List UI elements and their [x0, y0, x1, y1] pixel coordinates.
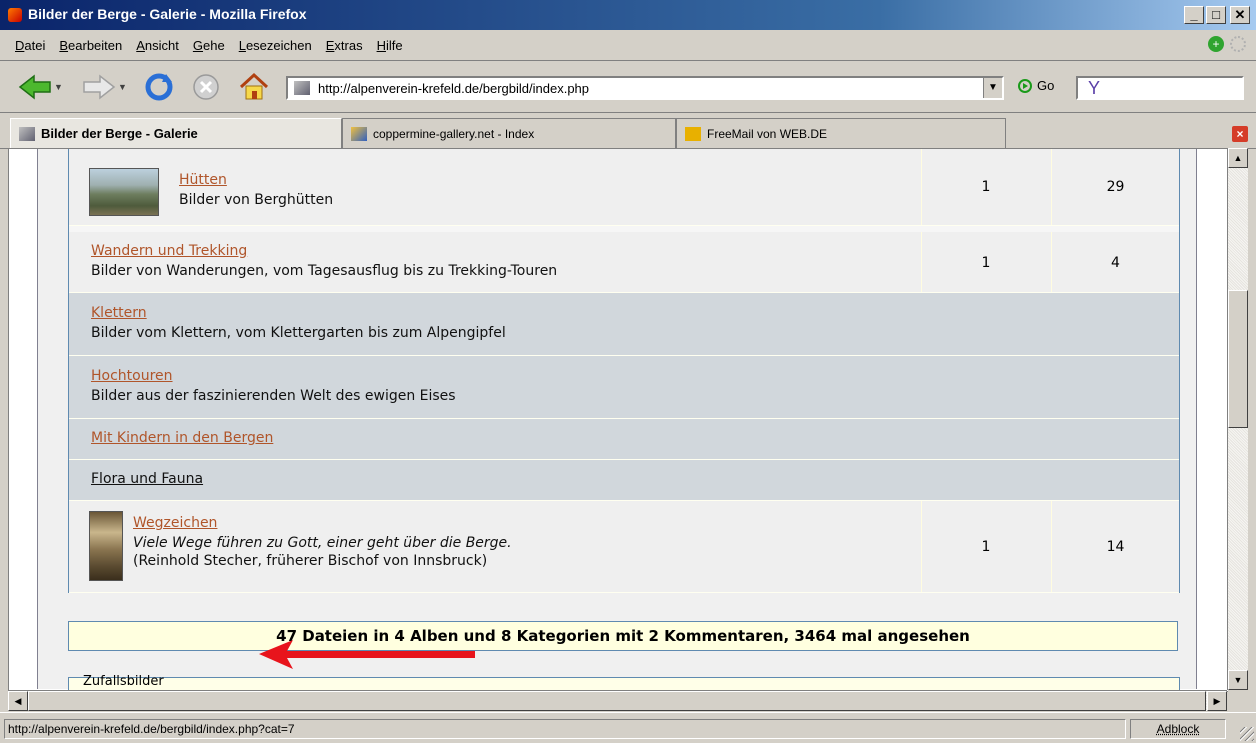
red-annotation-arrow-icon	[259, 640, 475, 669]
category-description: Bilder aus der faszinierenden Welt des e…	[91, 388, 456, 404]
resize-grip-icon[interactable]	[1240, 727, 1254, 741]
gallery-stats: 47 Dateien in 4 Alben und 8 Kategorien m…	[68, 621, 1178, 651]
gallery-table: Hütten Bilder von Berghütten 1 29 Wander…	[68, 149, 1180, 593]
throbber-icon	[1230, 36, 1246, 52]
stop-icon	[193, 74, 219, 100]
menu-gehe[interactable]: Gehe	[186, 38, 232, 53]
home-icon	[239, 72, 269, 100]
category-link-hochtouren[interactable]: Hochtouren	[91, 368, 456, 384]
album-description-author: (Reinhold Stecher, früherer Bischof von …	[133, 553, 488, 569]
tab-coppermine[interactable]: coppermine-gallery.net - Index	[342, 118, 676, 148]
album-row-huetten: Hütten Bilder von Berghütten 1 29	[69, 149, 1179, 226]
yahoo-search-icon[interactable]: Y	[1088, 78, 1100, 99]
scroll-right-icon[interactable]: ▶	[1207, 691, 1227, 711]
category-row-kinder: Mit Kindern in den Bergen	[69, 419, 1179, 460]
navigation-toolbar: ▼ ▼ ▼ Go Y	[0, 62, 1256, 113]
tab-freemail[interactable]: FreeMail von WEB.DE	[676, 118, 1006, 148]
random-images-heading: Zufallsbilder	[83, 674, 164, 689]
menu-bar: Datei Bearbeiten Ansicht Gehe Lesezeiche…	[0, 30, 1256, 61]
album-thumbnail[interactable]	[89, 168, 159, 216]
home-button[interactable]	[238, 71, 270, 103]
horizontal-scrollbar[interactable]: ◀ ▶	[8, 690, 1227, 711]
album-thumbnail[interactable]	[89, 511, 123, 581]
album-link-wegzeichen[interactable]: Wegzeichen	[133, 515, 512, 531]
maximize-button[interactable]: □	[1206, 6, 1226, 24]
album-description: Bilder von Berghütten	[179, 192, 334, 208]
back-button[interactable]: ▼	[18, 71, 63, 103]
tab-label: coppermine-gallery.net - Index	[373, 126, 535, 141]
album-count: 1	[921, 149, 1052, 225]
menu-extras[interactable]: Extras	[319, 38, 370, 53]
album-description-quote: Viele Wege führen zu Gott, einer geht üb…	[133, 535, 512, 551]
tab-favicon	[685, 126, 701, 141]
go-button[interactable]: Go	[1018, 78, 1054, 93]
horizontal-scroll-thumb[interactable]	[28, 691, 1206, 711]
album-link-wandern[interactable]: Wandern und Trekking	[91, 243, 557, 259]
back-dropdown-icon: ▼	[54, 82, 63, 92]
category-row-klettern: Klettern Bilder vom Klettern, vom Klette…	[69, 293, 1179, 356]
back-arrow-icon	[18, 74, 51, 100]
tab-favicon	[351, 126, 367, 141]
page-viewport[interactable]: Hütten Bilder von Berghütten 1 29 Wander…	[8, 148, 1228, 692]
album-row-wandern: Wandern und Trekking Bilder von Wanderun…	[69, 226, 1179, 293]
window-titlebar[interactable]: Bilder der Berge - Galerie - Mozilla Fir…	[0, 0, 1256, 30]
status-bar: http://alpenverein-krefeld.de/bergbild/i…	[0, 712, 1256, 743]
url-history-dropdown-icon[interactable]: ▼	[983, 78, 1002, 98]
album-count: 1	[921, 501, 1052, 592]
menu-hilfe[interactable]: Hilfe	[370, 38, 410, 53]
category-link-flora-fauna[interactable]: Flora und Fauna	[91, 471, 203, 487]
file-count: 14	[1106, 539, 1125, 555]
adblock-status[interactable]: Adblock	[1130, 719, 1226, 739]
page-body: Hütten Bilder von Berghütten 1 29 Wander…	[37, 149, 1197, 691]
forward-dropdown-icon: ▼	[118, 82, 127, 92]
reload-icon	[145, 73, 173, 101]
minimize-button[interactable]: _	[1184, 6, 1204, 24]
file-count: 4	[1111, 255, 1120, 271]
album-count: 1	[921, 232, 1052, 292]
category-link-kinder[interactable]: Mit Kindern in den Bergen	[91, 430, 273, 446]
vertical-scrollbar[interactable]: ▲ ▼	[1227, 148, 1248, 690]
menu-ansicht[interactable]: Ansicht	[129, 38, 186, 53]
scroll-thumb[interactable]	[1228, 290, 1248, 428]
menu-datei[interactable]: Datei	[8, 38, 52, 53]
address-bar[interactable]: ▼	[286, 76, 1004, 100]
firefox-icon	[8, 8, 22, 22]
album-row-wegzeichen: Wegzeichen Viele Wege führen zu Gott, ei…	[69, 501, 1179, 593]
scroll-left-icon[interactable]: ◀	[8, 691, 28, 711]
tab-bilder-der-berge[interactable]: Bilder der Berge - Galerie	[10, 118, 342, 148]
category-description: Bilder vom Klettern, vom Klettergarten b…	[91, 325, 506, 341]
file-count: 29	[1106, 179, 1125, 195]
tab-bar: Bilder der Berge - Galerie coppermine-ga…	[0, 114, 1256, 149]
url-input[interactable]	[318, 81, 968, 96]
close-tab-icon[interactable]: ×	[1232, 126, 1248, 142]
category-row-flora-fauna: Flora und Fauna	[69, 460, 1179, 501]
stop-button[interactable]	[192, 71, 220, 103]
album-link-huetten[interactable]: Hütten	[179, 172, 333, 188]
menu-lesezeichen[interactable]: Lesezeichen	[232, 38, 319, 53]
album-description: Bilder von Wanderungen, vom Tagesausflug…	[91, 263, 558, 279]
category-row-hochtouren: Hochtouren Bilder aus der faszinierenden…	[69, 356, 1179, 419]
category-link-klettern[interactable]: Klettern	[91, 305, 506, 321]
go-label: Go	[1037, 78, 1055, 93]
scroll-up-icon[interactable]: ▲	[1228, 148, 1248, 168]
go-icon	[1018, 78, 1032, 93]
update-icon[interactable]: +	[1208, 36, 1224, 52]
menu-bearbeiten[interactable]: Bearbeiten	[52, 38, 129, 53]
scroll-down-icon[interactable]: ▼	[1228, 670, 1248, 690]
window-title: Bilder der Berge - Galerie - Mozilla Fir…	[28, 6, 307, 22]
tab-label: Bilder der Berge - Galerie	[41, 126, 198, 141]
tab-label: FreeMail von WEB.DE	[707, 126, 828, 141]
site-favicon	[294, 81, 310, 95]
tab-favicon	[19, 126, 35, 141]
forward-button[interactable]: ▼	[82, 71, 127, 103]
close-button[interactable]: ✕	[1230, 6, 1250, 24]
reload-button[interactable]	[144, 71, 174, 103]
status-message: http://alpenverein-krefeld.de/bergbild/i…	[4, 719, 1126, 739]
forward-arrow-icon	[83, 74, 116, 100]
search-box[interactable]: Y	[1076, 76, 1244, 100]
